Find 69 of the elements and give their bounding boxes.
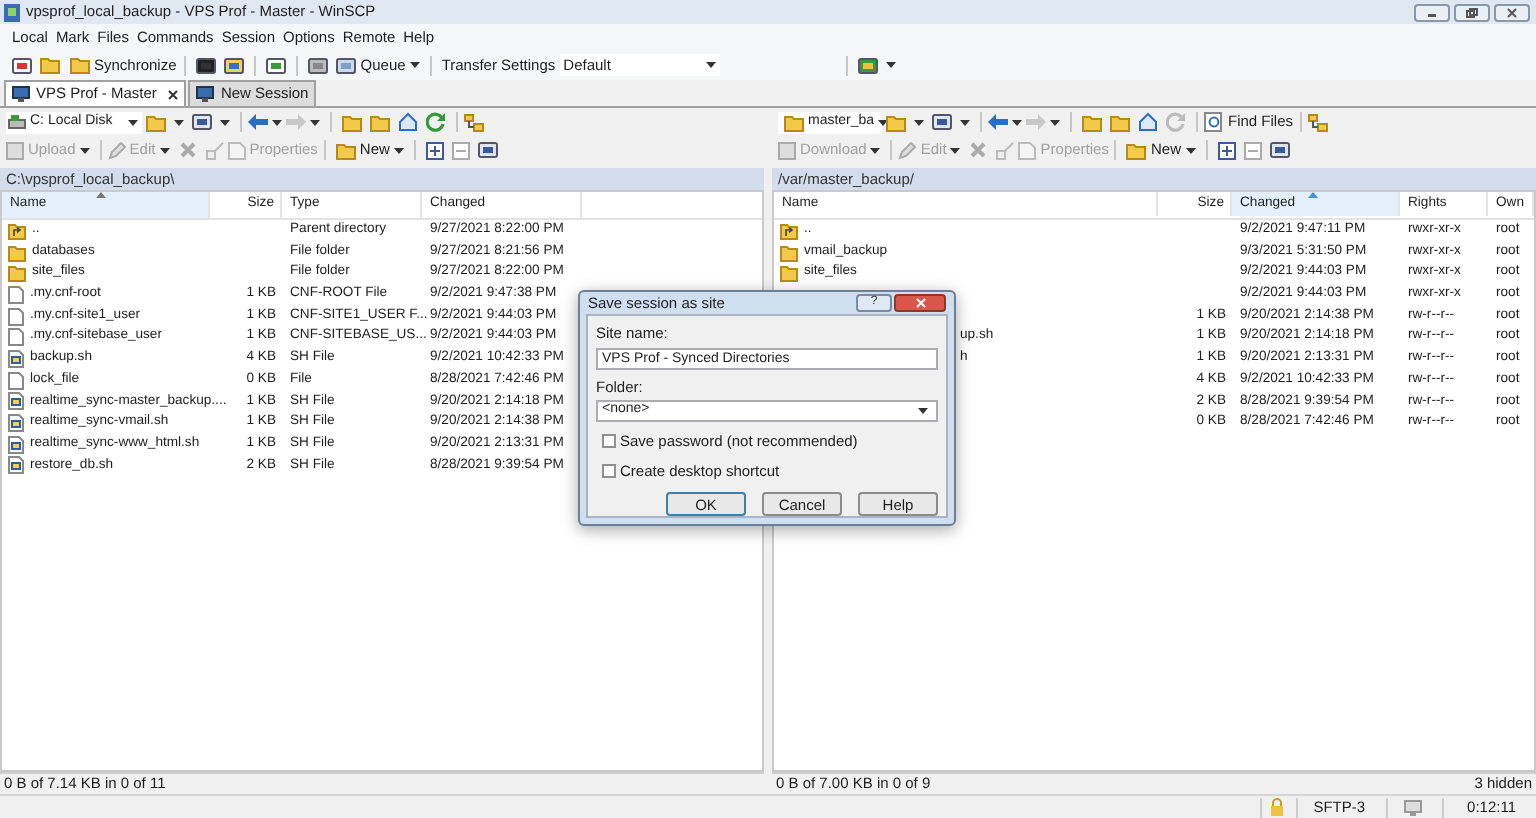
open-folder-icon[interactable] xyxy=(146,113,166,131)
close-button[interactable] xyxy=(1494,3,1530,21)
checkbox[interactable] xyxy=(602,433,616,448)
close-icon xyxy=(1506,7,1518,17)
folder-icon[interactable] xyxy=(784,113,804,131)
parent-folder-icon xyxy=(780,221,798,240)
caret-icon[interactable] xyxy=(128,119,138,125)
grid-icon[interactable] xyxy=(12,55,32,75)
caret-icon[interactable] xyxy=(705,62,716,68)
caret-icon[interactable] xyxy=(272,119,282,125)
script-file-icon xyxy=(8,349,24,368)
parent-folder-icon xyxy=(8,221,26,240)
caret-icon[interactable] xyxy=(393,147,404,153)
refresh-icon[interactable] xyxy=(426,112,446,132)
new-folder-icon[interactable] xyxy=(1126,141,1147,159)
pencil-icon xyxy=(898,141,917,159)
caret-icon[interactable] xyxy=(159,147,170,153)
caret-icon[interactable] xyxy=(960,119,970,125)
root-folder-icon[interactable] xyxy=(370,113,390,131)
home-icon[interactable] xyxy=(398,112,418,132)
drive-icon xyxy=(8,114,26,130)
caret-icon[interactable] xyxy=(950,147,961,153)
minimize-button[interactable] xyxy=(1414,3,1450,21)
properties-icon xyxy=(1018,141,1037,159)
properties-icon xyxy=(227,141,246,159)
file-icon xyxy=(8,371,24,390)
sync-folder-icon[interactable] xyxy=(70,56,90,74)
home-icon[interactable] xyxy=(1138,112,1158,132)
parent-folder-icon[interactable] xyxy=(342,113,362,131)
checkbox[interactable] xyxy=(602,464,616,479)
search-icon xyxy=(1204,112,1224,132)
caret-icon[interactable] xyxy=(885,62,896,68)
caret-icon[interactable] xyxy=(1050,119,1060,125)
folders-icon[interactable] xyxy=(40,56,60,74)
monitor-icon xyxy=(12,86,30,102)
restore-button[interactable] xyxy=(1454,3,1490,21)
tree-icon[interactable] xyxy=(1307,113,1328,131)
terminal-icon[interactable] xyxy=(196,55,217,75)
caret-icon[interactable] xyxy=(870,147,881,153)
script-file-icon xyxy=(8,392,24,411)
close-icon[interactable] xyxy=(168,89,179,99)
root-folder-icon[interactable] xyxy=(1110,113,1130,131)
parent-folder-icon[interactable] xyxy=(1082,113,1102,131)
close-icon xyxy=(915,298,925,309)
monitor-icon xyxy=(196,86,215,102)
back-arrow-icon[interactable] xyxy=(988,114,1008,130)
upload-icon xyxy=(6,141,24,159)
caret-icon[interactable] xyxy=(174,119,184,125)
back-arrow-icon[interactable] xyxy=(248,114,268,130)
caret-icon[interactable] xyxy=(914,119,924,125)
new-folder-icon[interactable] xyxy=(335,141,356,159)
restore-icon xyxy=(1466,7,1478,17)
caret-icon[interactable] xyxy=(79,147,90,153)
caret-icon[interactable] xyxy=(220,119,230,125)
caret-icon[interactable] xyxy=(409,62,420,68)
plus-box-icon[interactable] xyxy=(1217,141,1235,159)
caret-icon[interactable] xyxy=(918,407,928,414)
tree-icon[interactable] xyxy=(464,113,484,131)
app-icon xyxy=(4,3,20,21)
caret-icon[interactable] xyxy=(1185,147,1195,153)
plus-box-icon[interactable] xyxy=(425,141,444,159)
lock-icon xyxy=(1269,798,1284,816)
pencil-icon xyxy=(107,141,126,159)
monitor-icon xyxy=(1403,799,1422,815)
close-button[interactable] xyxy=(894,294,946,313)
download-icon xyxy=(778,141,796,159)
caret-icon[interactable] xyxy=(878,119,889,125)
caret-icon[interactable] xyxy=(1012,119,1022,125)
caret-icon[interactable] xyxy=(310,119,320,125)
